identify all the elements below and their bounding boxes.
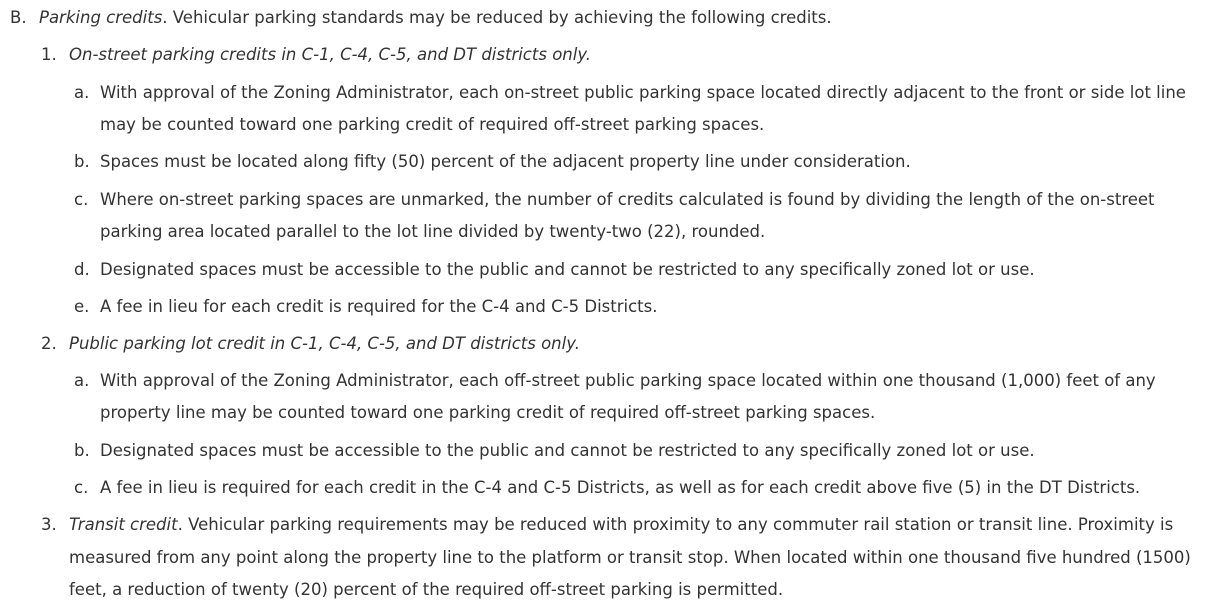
item-2-title: Public parking lot credit in C-1, C-4, C… bbox=[69, 334, 580, 353]
item-3-heading: Transit credit. Vehicular parking requir… bbox=[69, 515, 1173, 535]
item-2a-line-1: With approval of the Zoning Administrato… bbox=[100, 371, 1156, 390]
item-2-marker: 2. bbox=[41, 334, 57, 353]
item-2c-line-1: A fee in lieu is required for each credi… bbox=[100, 478, 1141, 497]
item-1e-marker: e. bbox=[74, 297, 90, 316]
item-3-title: Transit credit bbox=[69, 515, 178, 534]
item-1a-line-1: With approval of the Zoning Administrato… bbox=[100, 83, 1186, 102]
item-1-title: On-street parking credits in C-1, C-4, C… bbox=[69, 45, 592, 64]
item-2a-line-2: property line may be counted toward one … bbox=[100, 403, 876, 422]
item-2b-line-1: Designated spaces must be accessible to … bbox=[100, 441, 1035, 460]
item-2b-marker: b. bbox=[74, 441, 90, 460]
item-1b-line-1: Spaces must be located along fifty (50) … bbox=[100, 152, 911, 171]
item-1a-line-2: may be counted toward one parking credit… bbox=[100, 115, 765, 134]
item-1c-marker: c. bbox=[74, 190, 89, 209]
section-marker: B. bbox=[10, 8, 27, 27]
item-1e-line-1: A fee in lieu for each credit is require… bbox=[100, 297, 658, 316]
item-2a-marker: a. bbox=[74, 371, 90, 390]
item-3-line-2: measured from any point along the proper… bbox=[69, 548, 1191, 567]
item-1d-marker: d. bbox=[74, 260, 90, 279]
item-1c-line-2: parking area located parallel to the lot… bbox=[100, 222, 766, 241]
item-1-marker: 1. bbox=[41, 45, 57, 64]
item-3-line-1: . Vehicular parking requirements may be … bbox=[177, 515, 1174, 534]
item-3-line-3: feet, a reduction of twenty (20) percent… bbox=[69, 580, 784, 599]
item-1c-line-1: Where on-street parking spaces are unmar… bbox=[100, 190, 1155, 209]
item-1d-line-1: Designated spaces must be accessible to … bbox=[100, 260, 1035, 279]
item-3-marker: 3. bbox=[41, 515, 57, 534]
section-heading: Parking credits. Vehicular parking stand… bbox=[39, 8, 832, 28]
item-1b-marker: b. bbox=[74, 152, 90, 171]
item-2c-marker: c. bbox=[74, 478, 89, 497]
section-intro: . Vehicular parking standards may be red… bbox=[162, 8, 832, 27]
item-1a-marker: a. bbox=[74, 83, 90, 102]
section-title: Parking credits bbox=[39, 8, 163, 27]
